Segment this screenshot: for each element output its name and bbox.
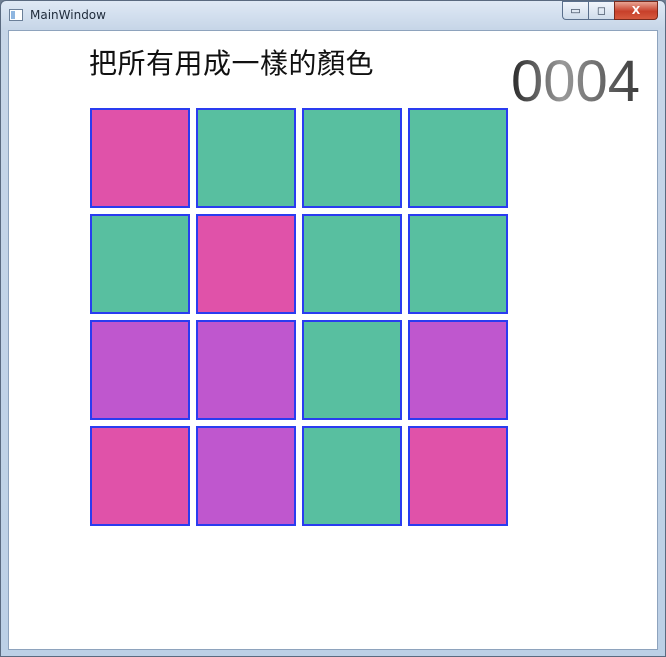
client-area: 把所有用成一樣的顏色 0004 bbox=[8, 30, 658, 650]
main-window: MainWindow ▭ ◻ X 把所有用成一樣的顏色 0004 bbox=[0, 0, 666, 657]
move-counter: 0004 bbox=[511, 49, 641, 114]
maximize-button[interactable]: ◻ bbox=[588, 1, 614, 20]
minimize-button[interactable]: ▭ bbox=[562, 1, 588, 20]
instruction-text: 把所有用成一樣的顏色 bbox=[89, 47, 375, 80]
close-button[interactable]: X bbox=[614, 1, 658, 20]
caption-buttons: ▭ ◻ X bbox=[562, 1, 658, 21]
color-cell-r4-c3[interactable] bbox=[302, 426, 402, 526]
app-icon bbox=[9, 9, 23, 21]
color-cell-r4-c4[interactable] bbox=[408, 426, 508, 526]
color-cell-r2-c1[interactable] bbox=[90, 214, 190, 314]
color-cell-r2-c3[interactable] bbox=[302, 214, 402, 314]
color-cell-r3-c4[interactable] bbox=[408, 320, 508, 420]
maximize-icon: ◻ bbox=[596, 4, 607, 17]
color-cell-r1-c3[interactable] bbox=[302, 108, 402, 208]
color-cell-r4-c1[interactable] bbox=[90, 426, 190, 526]
color-cell-r1-c1[interactable] bbox=[90, 108, 190, 208]
color-cell-r3-c3[interactable] bbox=[302, 320, 402, 420]
color-cell-r1-c4[interactable] bbox=[408, 108, 508, 208]
color-cell-r2-c4[interactable] bbox=[408, 214, 508, 314]
color-cell-r4-c2[interactable] bbox=[196, 426, 296, 526]
close-icon: X bbox=[631, 4, 641, 17]
color-cell-r3-c2[interactable] bbox=[196, 320, 296, 420]
color-cell-r3-c1[interactable] bbox=[90, 320, 190, 420]
title-bar[interactable]: MainWindow ▭ ◻ X bbox=[1, 1, 665, 30]
window-title: MainWindow bbox=[30, 8, 106, 22]
color-cell-r1-c2[interactable] bbox=[196, 108, 296, 208]
color-grid bbox=[90, 108, 510, 528]
minimize-icon: ▭ bbox=[570, 4, 581, 17]
color-cell-r2-c2[interactable] bbox=[196, 214, 296, 314]
